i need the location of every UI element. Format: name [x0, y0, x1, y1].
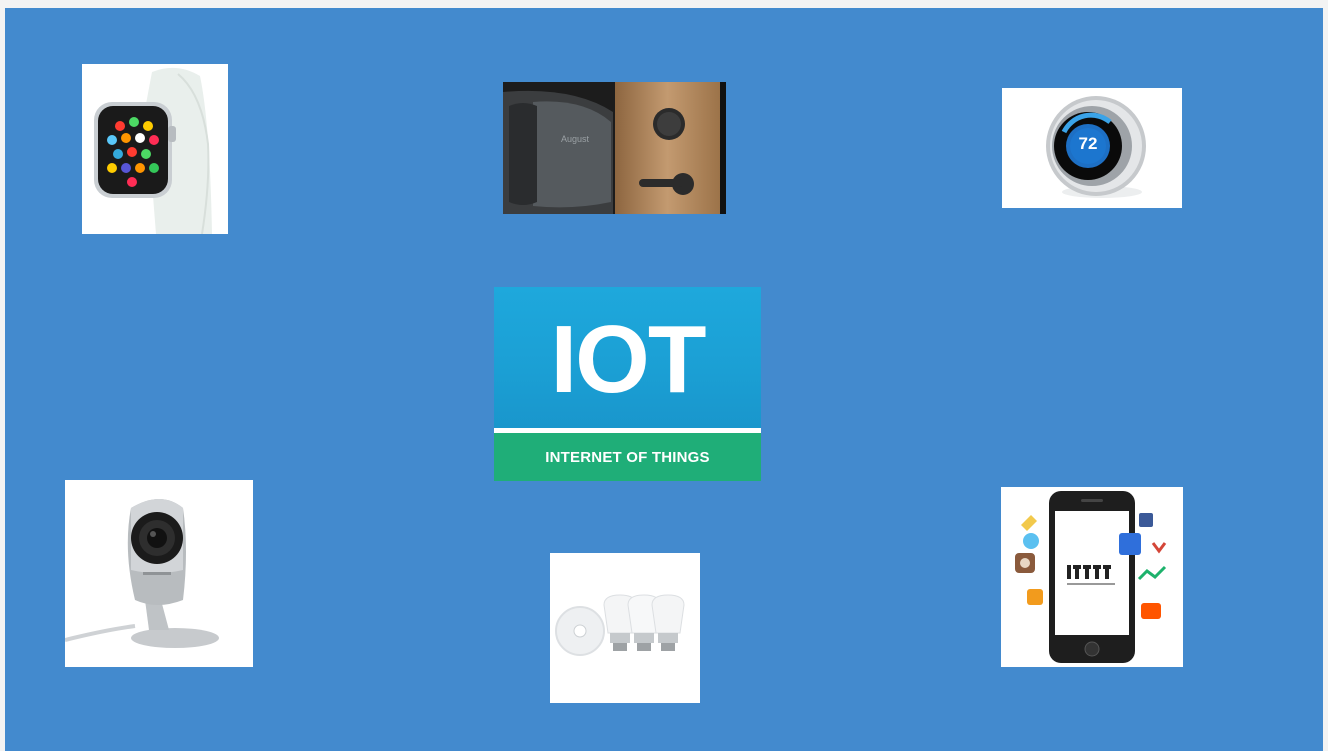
smartwatch-icon — [82, 64, 228, 234]
smart-lock-icon: August — [503, 82, 726, 214]
smart-bulbs-icon — [550, 553, 700, 703]
smartwatch-image — [82, 64, 228, 234]
smartphone-apps-image — [1001, 487, 1183, 667]
security-camera-icon — [65, 480, 253, 667]
smart-lock-image: August — [503, 82, 726, 214]
smartphone-apps-icon — [1001, 487, 1183, 667]
iot-logo-top: IOT — [494, 287, 761, 428]
logo-subtitle: INTERNET OF THINGS — [545, 448, 710, 466]
security-camera-image — [65, 480, 253, 667]
smart-bulbs-image — [550, 553, 700, 703]
logo-title: IOT — [550, 305, 707, 413]
thermostat-reading: 72 — [1078, 134, 1098, 153]
iot-logo-bottom: INTERNET OF THINGS — [494, 433, 761, 481]
thermostat-image: 72 — [1002, 88, 1182, 208]
iot-logo: IOT INTERNET OF THINGS — [494, 287, 761, 481]
svg-text:August: August — [561, 134, 590, 144]
slide: August 72 IOT INTERNET OF THINGS — [5, 8, 1323, 751]
